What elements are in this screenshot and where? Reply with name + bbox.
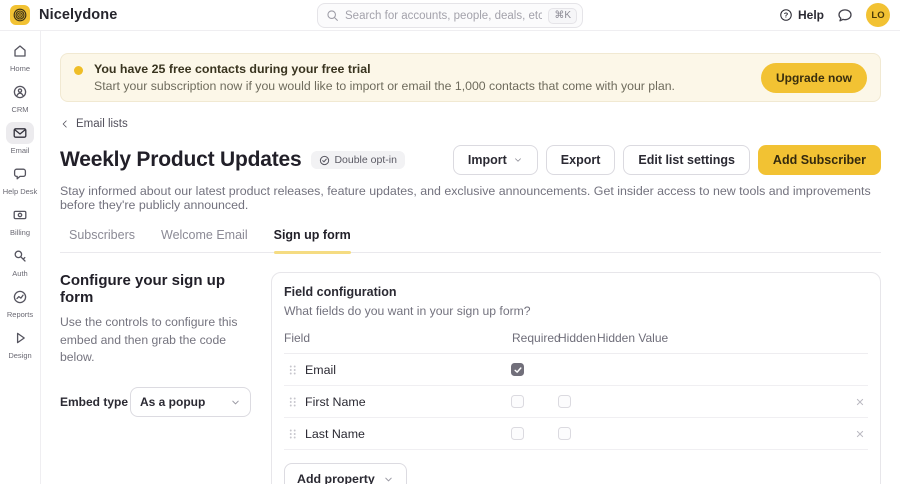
field-name: First Name xyxy=(305,395,505,409)
export-button[interactable]: Export xyxy=(546,145,616,175)
sidebar-item-design[interactable]: Design xyxy=(0,327,40,360)
svg-text:?: ? xyxy=(784,11,789,20)
search-icon xyxy=(326,9,339,22)
field-configuration-card: Field configuration What fields do you w… xyxy=(271,272,881,484)
list-description: Stay informed about our latest product r… xyxy=(60,184,881,212)
tab-bar: Subscribers Welcome Email Sign up form xyxy=(60,228,881,253)
trial-banner: You have 25 free contacts during your fr… xyxy=(60,53,881,102)
app-name: Nicelydone xyxy=(39,7,117,23)
top-bar-right: ? Help LO xyxy=(779,3,890,27)
configure-description: Use the controls to configure this embed… xyxy=(60,314,251,367)
chevron-down-icon xyxy=(230,397,241,408)
checkbox-unchecked[interactable] xyxy=(511,395,524,408)
embed-type-select[interactable]: As a popup xyxy=(130,387,251,417)
banner-body: Start your subscription now if you would… xyxy=(94,79,750,93)
search-shortcut-badge: ⌘K xyxy=(548,8,577,24)
field-row-last-name: Last Name xyxy=(284,418,868,450)
chevron-down-icon xyxy=(513,155,523,165)
home-icon xyxy=(12,43,28,59)
checkbox-unchecked[interactable] xyxy=(511,427,524,440)
column-header-hidden: Hidden xyxy=(552,331,597,345)
column-header-required: Required xyxy=(505,331,552,345)
embed-type-label: Embed type xyxy=(60,395,128,409)
import-button[interactable]: Import xyxy=(453,145,538,175)
email-icon xyxy=(12,125,28,141)
chat-icon[interactable] xyxy=(837,7,853,23)
drag-handle-icon[interactable] xyxy=(287,427,298,441)
upgrade-now-button[interactable]: Upgrade now xyxy=(761,63,867,93)
field-name: Last Name xyxy=(305,427,505,441)
design-icon xyxy=(12,330,28,346)
sidebar-item-reports[interactable]: Reports xyxy=(0,286,40,319)
banner-title: You have 25 free contacts during your fr… xyxy=(94,62,750,76)
avatar[interactable]: LO xyxy=(866,3,890,27)
field-table-header: Field Required Hidden Hidden Value xyxy=(284,331,868,354)
title-row: Weekly Product Updates Double opt-in Imp… xyxy=(60,145,881,175)
configure-panel: Configure your sign up form Use the cont… xyxy=(60,272,251,417)
chevron-left-icon xyxy=(60,119,70,129)
auth-icon xyxy=(12,248,28,264)
back-link-email-lists[interactable]: Email lists xyxy=(60,118,128,130)
field-row-first-name: First Name xyxy=(284,386,868,418)
list-actions: Import Export Edit list settings Add Sub… xyxy=(453,145,881,175)
add-property-button[interactable]: Add property xyxy=(284,463,407,484)
check-circle-icon xyxy=(319,155,330,166)
sidebar-item-auth[interactable]: Auth xyxy=(0,245,40,278)
configure-title: Configure your sign up form xyxy=(60,272,251,306)
crm-icon xyxy=(12,84,28,100)
main-content: You have 25 free contacts during your fr… xyxy=(41,31,900,484)
checkbox-checked[interactable] xyxy=(511,363,524,376)
field-row-email: Email xyxy=(284,354,868,386)
page-title: Weekly Product Updates xyxy=(60,148,301,172)
double-opt-in-badge: Double opt-in xyxy=(311,151,404,169)
sidebar: Home CRM Email Help Desk Billing Auth Re… xyxy=(0,31,41,484)
sidebar-item-billing[interactable]: Billing xyxy=(0,204,40,237)
field-config-title: Field configuration xyxy=(284,285,868,299)
field-name: Email xyxy=(305,363,505,377)
field-config-subtitle: What fields do you want in your sign up … xyxy=(284,304,868,318)
remove-field-icon[interactable] xyxy=(854,428,866,440)
sidebar-item-crm[interactable]: CRM xyxy=(0,81,40,114)
app-logo-icon[interactable] xyxy=(10,5,30,25)
help-desk-icon xyxy=(12,166,28,182)
sidebar-item-home[interactable]: Home xyxy=(0,40,40,73)
chevron-down-icon xyxy=(383,474,394,484)
tab-subscribers[interactable]: Subscribers xyxy=(69,228,135,252)
help-icon: ? xyxy=(779,8,793,22)
field-table: Field Required Hidden Hidden Value Email… xyxy=(284,331,868,450)
checkbox-unchecked[interactable] xyxy=(558,427,571,440)
reports-icon xyxy=(12,289,28,305)
warning-dot-icon xyxy=(74,66,83,75)
column-header-field: Field xyxy=(284,331,505,345)
sidebar-item-help-desk[interactable]: Help Desk xyxy=(0,163,40,196)
search-field[interactable] xyxy=(345,10,542,22)
drag-handle-icon[interactable] xyxy=(287,363,298,377)
drag-handle-icon[interactable] xyxy=(287,395,298,409)
column-header-hidden-value: Hidden Value xyxy=(597,331,846,345)
tab-welcome-email[interactable]: Welcome Email xyxy=(161,228,248,252)
remove-field-icon[interactable] xyxy=(854,396,866,408)
help-label: Help xyxy=(798,8,824,22)
add-subscriber-button[interactable]: Add Subscriber xyxy=(758,145,881,175)
sidebar-item-email[interactable]: Email xyxy=(0,122,40,155)
tab-sign-up-form[interactable]: Sign up form xyxy=(274,228,351,252)
edit-list-settings-button[interactable]: Edit list settings xyxy=(623,145,750,175)
search-input[interactable]: ⌘K xyxy=(317,3,583,28)
top-bar: Nicelydone ⌘K ? Help LO xyxy=(0,0,900,31)
checkbox-unchecked[interactable] xyxy=(558,395,571,408)
help-button[interactable]: ? Help xyxy=(779,8,824,22)
billing-icon xyxy=(12,207,28,223)
